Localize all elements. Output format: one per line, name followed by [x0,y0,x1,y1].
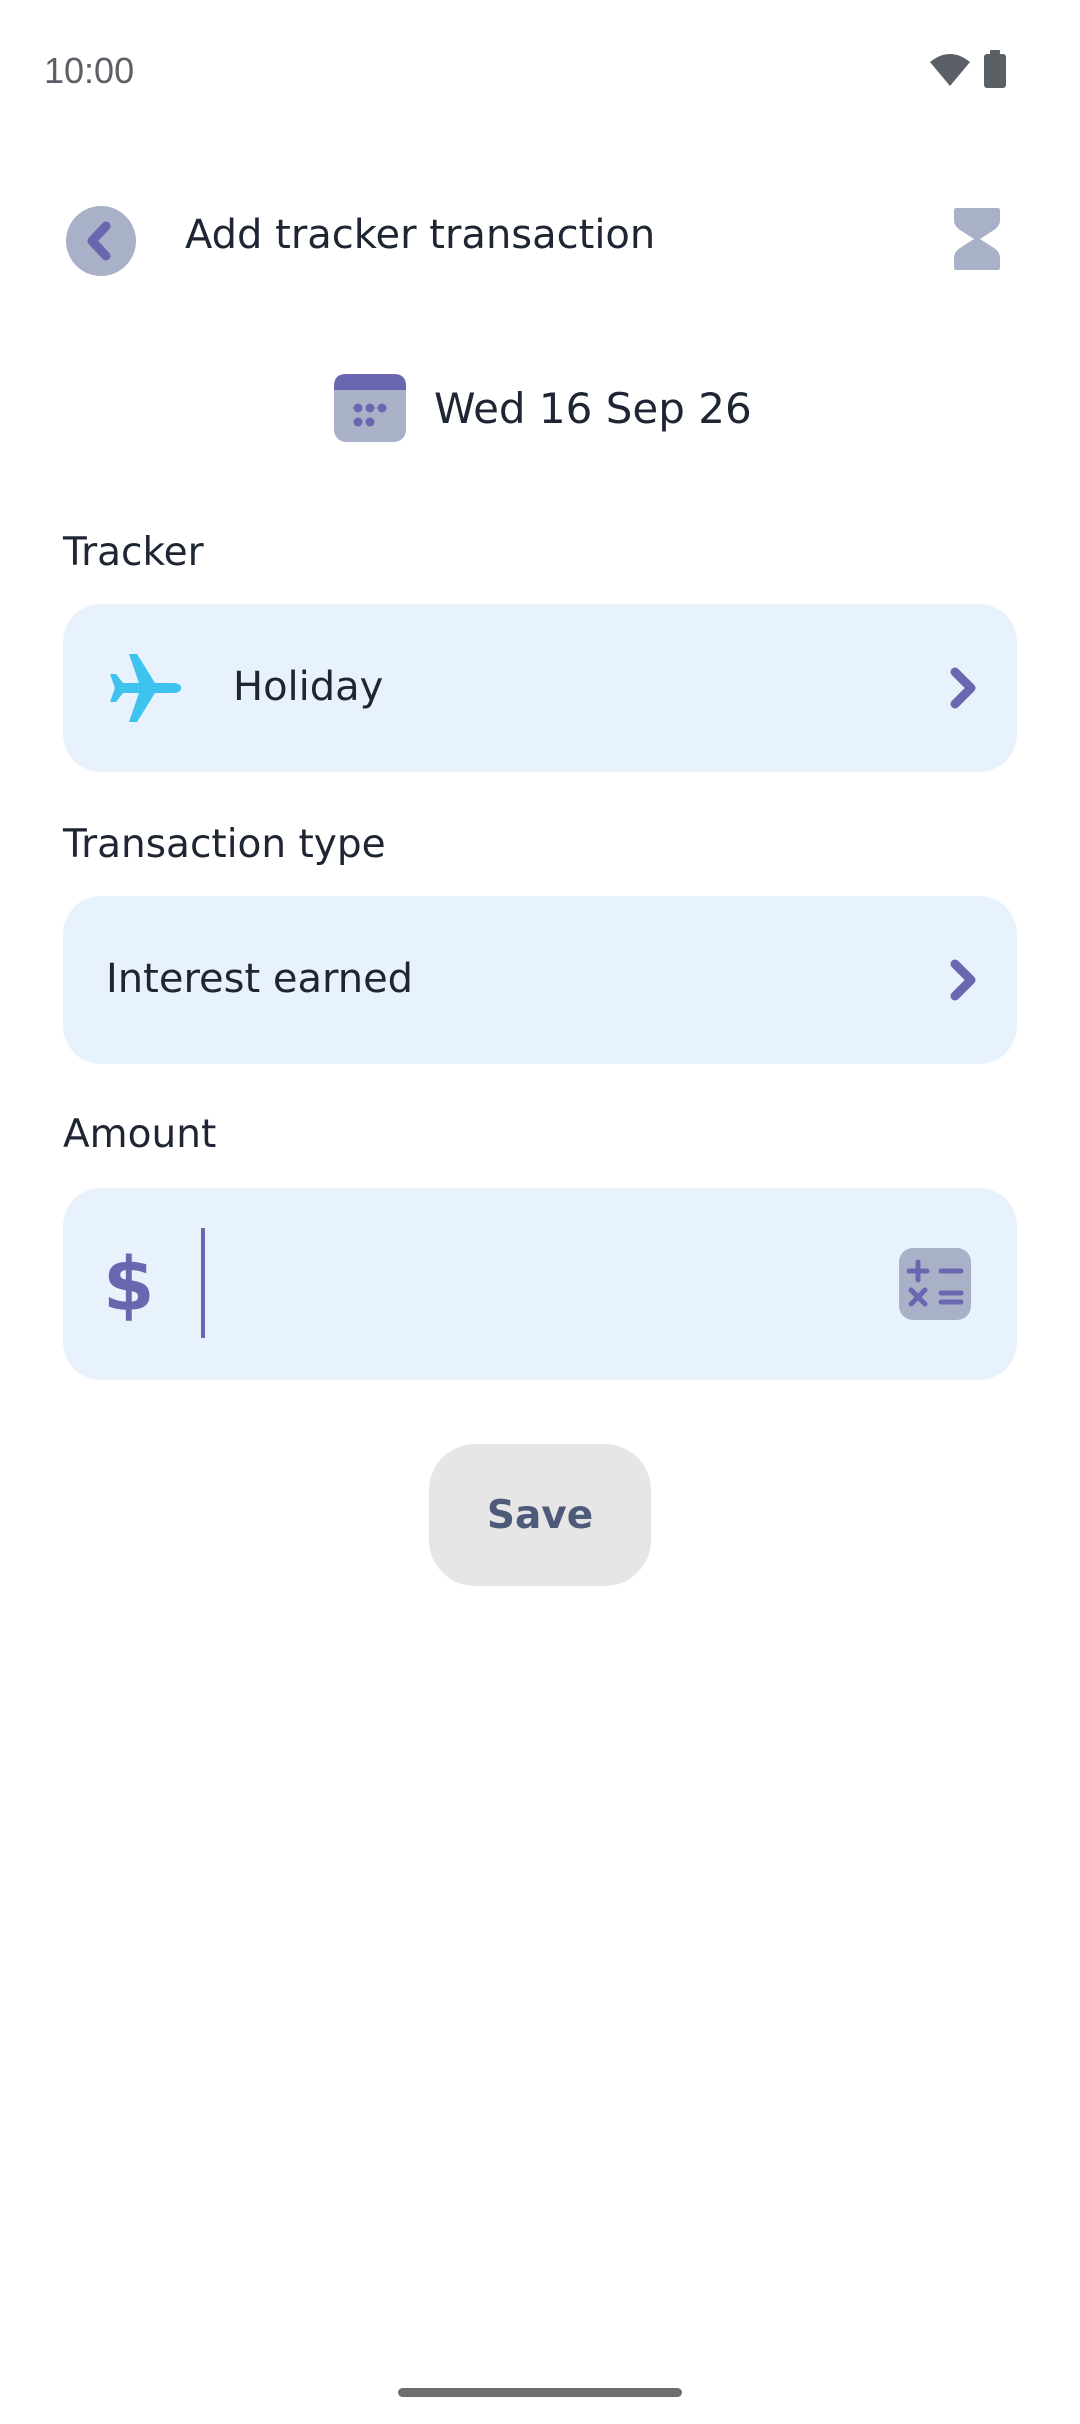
hourglass-icon[interactable] [952,206,1002,272]
date-text: Wed 16 Sep 26 [434,383,752,433]
tracker-label: Tracker [63,530,204,575]
transaction-type-selector[interactable]: Interest earned [63,896,1017,1064]
calendar-icon [334,374,406,442]
wifi-icon [930,54,970,86]
calculator-icon[interactable] [899,1248,971,1320]
save-button[interactable]: Save [429,1444,651,1586]
chevron-right-icon [950,959,976,1001]
chevron-right-icon [950,667,976,709]
chevron-left-icon [87,221,111,261]
status-time: 10:00 [44,50,135,91]
tracker-value: Holiday [233,664,384,710]
amount-field[interactable]: $ [63,1188,1017,1380]
airplane-icon [110,654,181,722]
back-button[interactable] [66,206,136,276]
amount-label: Amount [63,1112,217,1157]
transaction-type-value: Interest earned [106,956,414,1002]
home-indicator[interactable] [398,2388,682,2397]
battery-icon [984,50,1006,88]
transaction-type-label: Transaction type [63,822,386,867]
text-cursor [201,1228,205,1338]
page-title: Add tracker transaction [185,212,656,258]
currency-symbol: $ [103,1242,155,1328]
amount-input[interactable] [213,1218,917,1350]
date-selector[interactable]: Wed 16 Sep 26 [334,372,752,444]
tracker-selector[interactable]: Holiday [63,604,1017,772]
